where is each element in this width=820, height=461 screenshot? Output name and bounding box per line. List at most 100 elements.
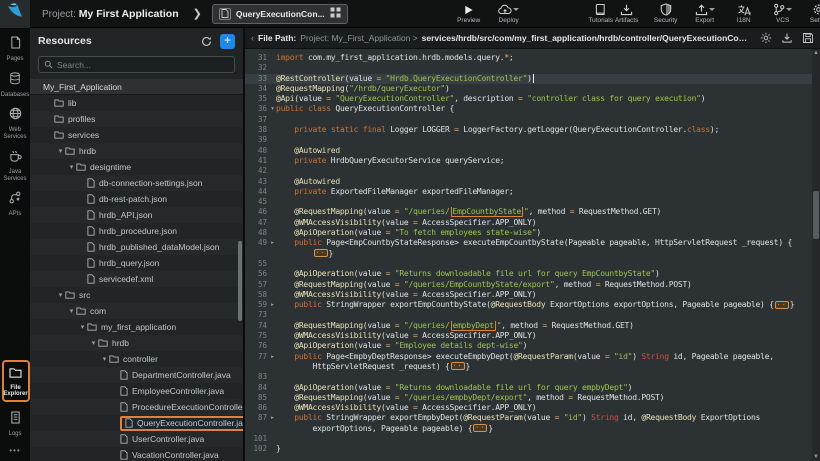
export-button[interactable]: Export [692,3,718,24]
scroll-down-icon[interactable]: ▼ [813,454,819,460]
code-line[interactable]: 45 [245,197,812,207]
chevron-down-icon[interactable]: ▾ [56,147,65,155]
code-line[interactable]: 47 @WMAccessVisibility(value = AccessSpe… [245,218,812,228]
code-line[interactable]: 38 private static final Logger LOGGER = … [245,125,812,135]
tree-folder[interactable]: ▾hrdb [30,143,243,159]
code-line[interactable]: 85 @RequestMapping(value = "/queries/emp… [245,393,812,403]
tree-folder[interactable]: services [30,127,243,143]
code-line[interactable]: 55 [245,259,812,269]
tree-folder[interactable]: profiles [30,111,243,127]
code-line[interactable]: 32 [245,63,812,73]
chevron-down-icon[interactable]: ▾ [89,339,98,347]
tree-file[interactable]: UserController.java [30,431,243,447]
code-line[interactable]: 37 [245,115,812,125]
code-line[interactable]: 42 [245,166,812,176]
artifacts-button[interactable]: Artifacts [614,3,640,24]
sidebar-item-databases[interactable]: Databases [1,72,29,99]
code-editor[interactable]: 31import com.my_first_application.hrdb.m… [245,49,820,461]
deploy-button[interactable]: Deploy [496,3,522,24]
more-options-button[interactable]: ••• [9,446,20,455]
tree-file[interactable]: hrdb_API.json [30,207,243,223]
tree-folder[interactable]: ▾designtime [30,159,243,175]
i18n-button[interactable]: I18N [731,3,757,24]
tree-folder[interactable]: ▾com [30,303,243,319]
chevron-down-icon[interactable]: ▾ [100,355,109,363]
code-line[interactable]: 75 @WMAccessVisibility(value = AccessSpe… [245,331,812,341]
preview-button[interactable]: Preview [456,3,482,24]
code-line[interactable]: 56 @ApiOperation(value = "Returns downlo… [245,269,812,279]
code-line[interactable]: 40 @Autowired [245,146,812,156]
code-line[interactable]: 57 @RequestMapping(value = "/queries/Emp… [245,280,812,290]
sidebar-item-logs[interactable]: Logs [1,411,29,438]
tree-file[interactable]: ProcedureExecutionController.java [30,399,243,415]
fold-toggle-icon[interactable]: ▾ [269,104,276,114]
folded-code-icon[interactable]: ·· [473,424,487,432]
code-line[interactable]: 34@RequestMapping("/hrdb/queryExecutor") [245,84,812,94]
tree-file[interactable]: DepartmentController.java [30,367,243,383]
code-line[interactable]: 59▸ public StringWrapper exportEmpCountb… [245,300,812,310]
sidebar-item-web-services[interactable]: Web Services [1,107,29,140]
fold-toggle-icon[interactable]: ▸ [269,352,276,362]
chevron-down-icon[interactable]: ▾ [56,291,65,299]
tree-folder[interactable]: ▾hrdb [30,335,243,351]
tree-file[interactable]: hrdb_published_dataModel.json [30,239,243,255]
settings-button[interactable]: Settings [809,3,820,24]
collapse-panel-icon[interactable]: ‹ [247,33,258,43]
sidebar-item-apis[interactable]: APIs [1,191,29,218]
code-line[interactable]: 101 [245,434,812,444]
tree-folder[interactable]: lib [30,95,243,111]
save-icon[interactable] [802,32,814,44]
code-lines[interactable]: 31import com.my_first_application.hrdb.m… [245,49,812,461]
sidebar-item-java-services[interactable]: Java Services [1,149,29,182]
resources-search[interactable] [38,56,235,73]
code-line[interactable]: exportOptions, Pageable pageable) {··} [245,424,812,434]
code-line[interactable]: 44 private ExportedFileManager exportedF… [245,187,812,197]
tree-file[interactable]: QueryExecutionController.java [30,415,243,431]
sidebar-item-file-explorer[interactable]: File Explorer [2,360,30,402]
code-line[interactable]: 83 [245,372,812,382]
tree-file[interactable]: servicedef.xml [30,271,243,287]
tree-file[interactable]: hrdb_query.json [30,255,243,271]
scrollbar-thumb[interactable] [813,191,819,239]
code-line[interactable]: 73 [245,310,812,320]
code-line[interactable]: 33@RestController(value = "Hrdb.QueryExe… [245,74,812,84]
tree-file[interactable]: VacationController.java [30,447,243,461]
app-logo[interactable] [0,0,30,28]
tree-root[interactable]: My_First_Application [30,79,243,95]
code-line[interactable]: 86 @WMAccessVisibility(value = AccessSpe… [245,403,812,413]
code-line[interactable]: 87▸ public StringWrapper exportEmpbyDept… [245,413,812,423]
search-input[interactable] [57,60,217,70]
fold-toggle-icon[interactable]: ▸ [269,413,276,423]
code-line[interactable]: 39 [245,135,812,145]
vcs-button[interactable]: VCS [770,3,796,24]
tutorials-button[interactable]: Tutorials [588,3,614,24]
scroll-up-icon[interactable]: ▲ [813,50,819,56]
fold-toggle-icon[interactable]: ▸ [269,300,276,310]
chevron-down-icon[interactable]: ▾ [67,307,76,315]
code-line[interactable]: 77▸ public Page<EmpbyDeptResponse> execu… [245,352,812,362]
folded-code-icon[interactable]: ·· [314,249,328,257]
grid-icon[interactable] [330,5,341,23]
code-line[interactable]: 41 private HrdbQueryExecutorService quer… [245,156,812,166]
tree-file[interactable]: EmployeeController.java [30,383,243,399]
fold-toggle-icon[interactable]: ▸ [269,238,276,248]
code-line[interactable]: HttpServletRequest _request) {··} [245,362,812,372]
settings-gear-icon[interactable] [760,32,772,44]
folded-code-icon[interactable]: ·· [775,301,789,309]
chevron-down-icon[interactable]: ▾ [67,163,76,171]
open-file-tab[interactable]: QueryExecutionCon... [212,4,348,24]
download-file-icon[interactable] [781,32,793,44]
tree-file[interactable]: db-rest-patch.json [30,191,243,207]
add-resource-button[interactable]: + [220,34,235,49]
tree-folder[interactable]: ▾my_first_application [30,319,243,335]
editor-scrollbar[interactable]: ▲ ▼ [812,49,820,461]
folded-code-icon[interactable]: ·· [451,362,465,370]
code-line[interactable]: ··} [245,249,812,259]
code-line[interactable]: 43 @Autowired [245,177,812,187]
code-line[interactable]: 35@Api(value = "QueryExecutionController… [245,94,812,104]
code-line[interactable]: 58 @WMAccessVisibility(value = AccessSpe… [245,290,812,300]
refresh-icon[interactable] [201,36,212,47]
code-line[interactable]: 36▾public class QueryExecutionController… [245,104,812,114]
security-button[interactable]: Security [653,3,679,24]
code-line[interactable]: 31import com.my_first_application.hrdb.m… [245,53,812,63]
